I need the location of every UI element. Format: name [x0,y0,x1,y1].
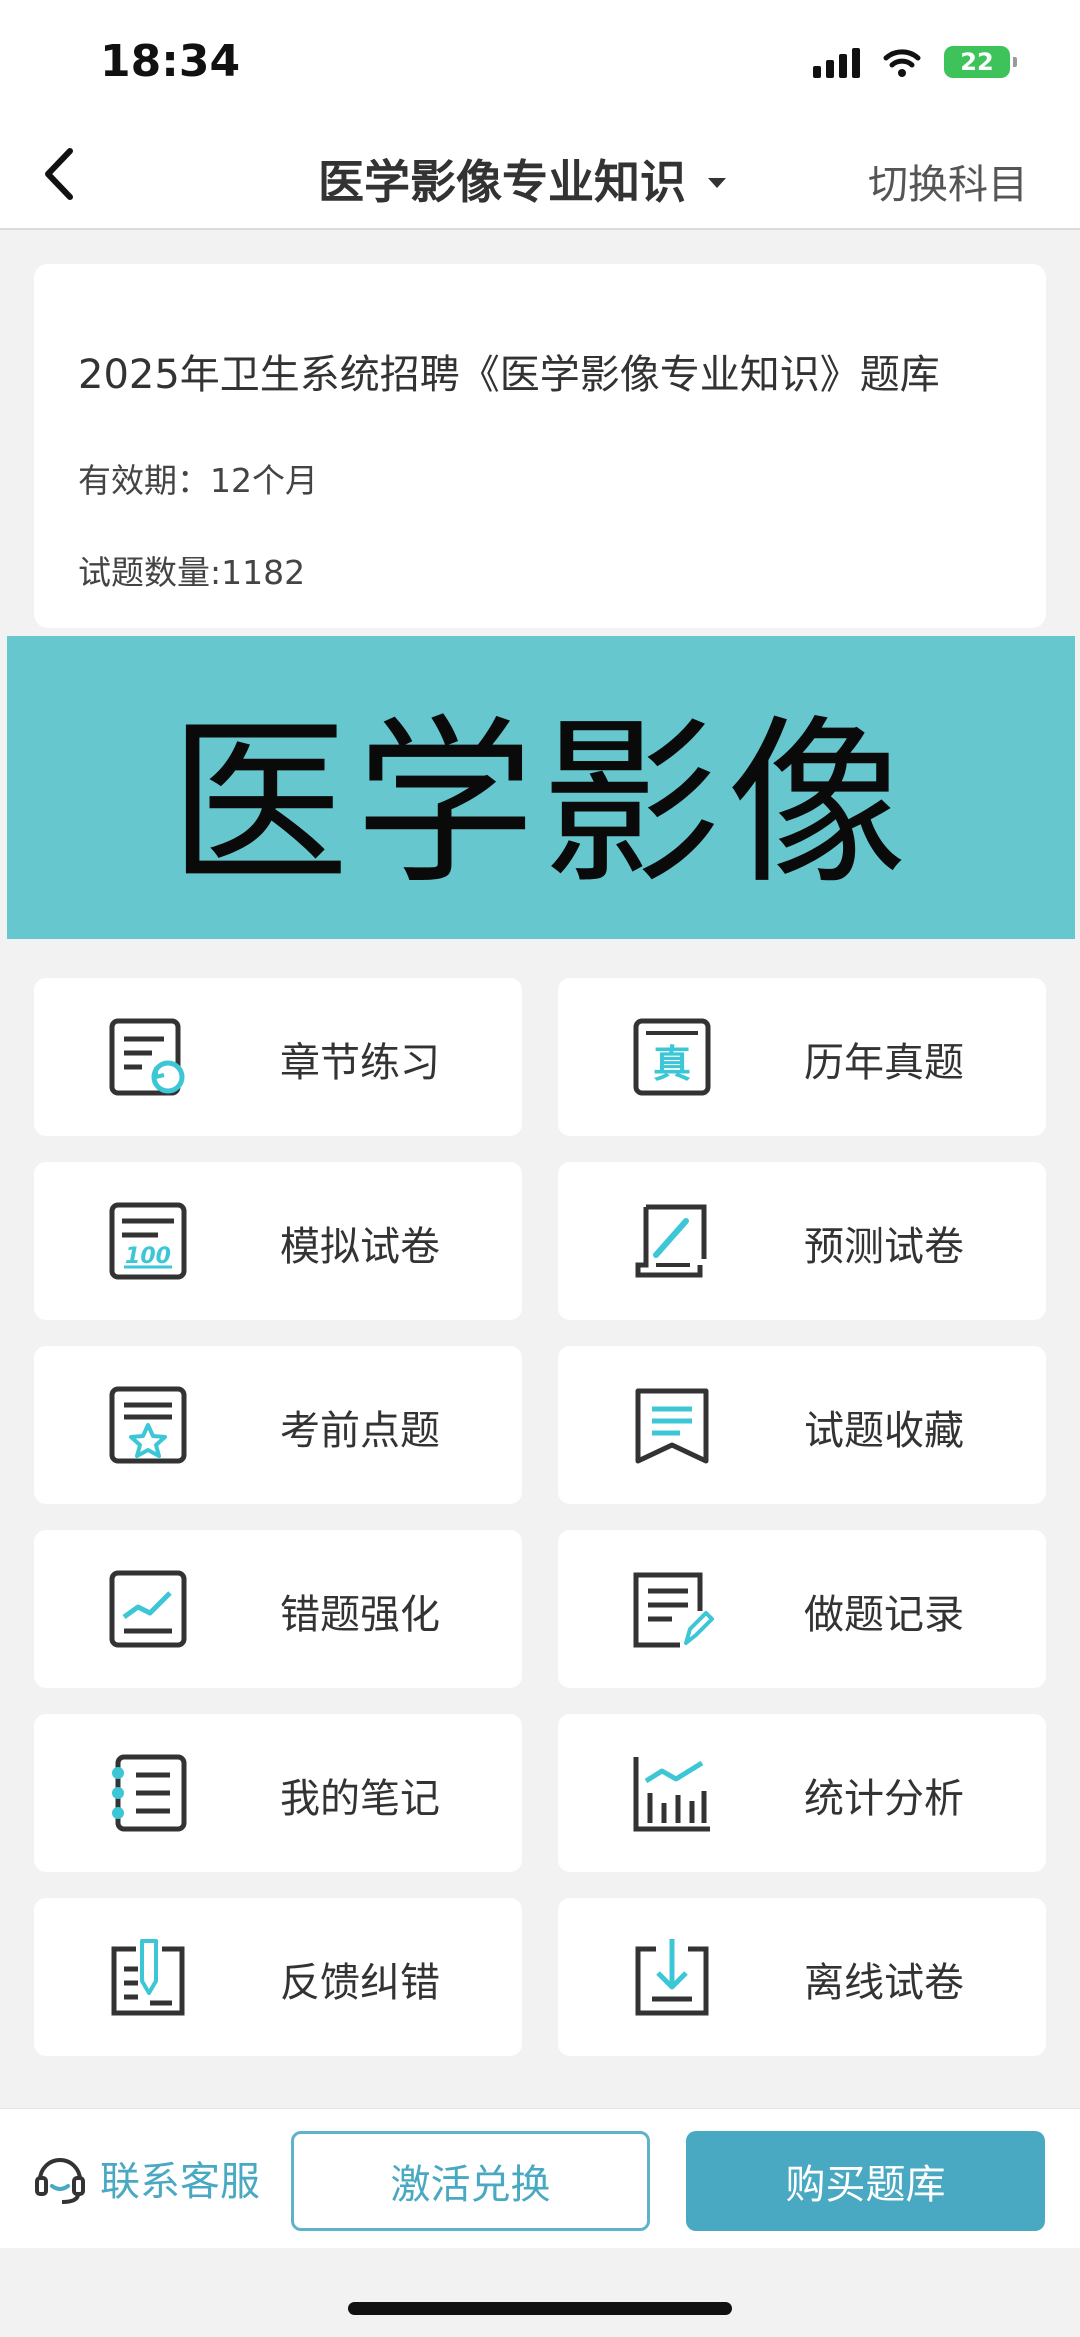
contact-support-label: 联系客服 [100,2159,260,2205]
menu-tile-label: 章节练习 [280,1040,440,1086]
wifi-icon [883,49,921,77]
page: 18:34 22 医学影像专业知识 切换科目 2025年卫生系统招聘《医学影像专… [0,0,1080,2337]
menu-tile-label: 错题强化 [280,1592,440,1638]
past-exams-icon: 真 [633,1018,711,1096]
menu-tile-mock-exam[interactable]: 100 模拟试卷 [34,1162,522,1320]
menu-tile-offline-exam[interactable]: 离线试卷 [558,1898,1046,2056]
bottom-action-bar: 联系客服 激活兑换 购买题库 [0,2108,1080,2248]
menu-tile-label: 我的笔记 [280,1776,440,1822]
menu-tile-notes[interactable]: 我的笔记 [34,1714,522,1872]
subject-banner: 医学影像 [7,636,1075,939]
status-time: 18:34 [100,36,241,87]
banner-text: 医学影像 [168,700,913,909]
practice-record-icon [633,1572,714,1648]
statistics-icon [633,1757,710,1832]
offline-exam-icon [635,1939,709,2016]
menu-tile-label: 反馈纠错 [280,1960,440,2006]
validity-text: 有效期：12个月 [78,461,318,500]
menu-tile-label: 历年真题 [804,1040,964,1086]
svg-text:100: 100 [125,1244,171,1269]
mock-exam-icon: 100 [109,1202,187,1280]
mistake-review-icon [109,1570,187,1648]
menu-tile-label: 预测试卷 [804,1224,964,1270]
bottom-safe-area [0,2248,1080,2337]
menu-tile-pre-exam-tips[interactable]: 考前点题 [34,1346,522,1504]
favorites-icon [635,1388,709,1464]
subject-selector[interactable]: 医学影像专业知识 [318,146,726,212]
caret-down-icon [708,178,726,188]
status-icons: 22 [813,40,1017,84]
menu-tile-favorites[interactable]: 试题收藏 [558,1346,1046,1504]
status-bar: 18:34 22 [0,0,1080,120]
page-title: 医学影像专业知识 [318,155,686,209]
contact-support-button[interactable]: 联系客服 [32,2149,260,2207]
menu-tile-label: 统计分析 [804,1776,964,1822]
menu-tile-predict-exam[interactable]: 预测试卷 [558,1162,1046,1320]
svg-text:真: 真 [653,1042,691,1086]
back-button[interactable] [28,144,88,204]
nav-bar: 医学影像专业知识 切换科目 [0,120,1080,230]
menu-tile-practice-record[interactable]: 做题记录 [558,1530,1046,1688]
menu-tile-label: 考前点题 [280,1408,440,1454]
question-count-text: 试题数量:1182 [78,553,306,592]
cellular-signal-icon [813,46,860,78]
menu-tile-past-exams[interactable]: 真 历年真题 [558,978,1046,1136]
chapter-practice-icon [109,1018,185,1096]
menu-tile-mistake-review[interactable]: 错题强化 [34,1530,522,1688]
menu-tile-label: 试题收藏 [804,1408,964,1454]
chevron-left-icon [45,148,73,200]
battery-icon: 22 [944,46,1017,78]
menu-tile-chapter-practice[interactable]: 章节练习 [34,978,522,1136]
menu-tile-label: 离线试卷 [804,1960,964,2006]
feedback-icon [111,1939,185,2016]
question-bank-info-card: 2025年卫生系统招聘《医学影像专业知识》题库 有效期：12个月 试题数量:11… [34,264,1046,628]
menu-tile-statistics[interactable]: 统计分析 [558,1714,1046,1872]
predict-exam-icon [635,1204,707,1278]
headset-icon [35,2158,85,2204]
pre-exam-tips-icon [109,1386,187,1464]
menu-tile-label: 模拟试卷 [280,1224,440,1270]
buy-question-bank-button[interactable]: 购买题库 [686,2131,1045,2231]
menu-tile-label: 做题记录 [804,1592,964,1638]
menu-tile-feedback[interactable]: 反馈纠错 [34,1898,522,2056]
switch-subject-button[interactable]: 切换科目 [868,152,1028,210]
question-bank-title: 2025年卫生系统招聘《医学影像专业知识》题库 [78,352,940,398]
home-indicator[interactable] [348,2302,732,2315]
activate-redeem-button[interactable]: 激活兑换 [291,2131,650,2231]
notes-icon [112,1754,187,1832]
